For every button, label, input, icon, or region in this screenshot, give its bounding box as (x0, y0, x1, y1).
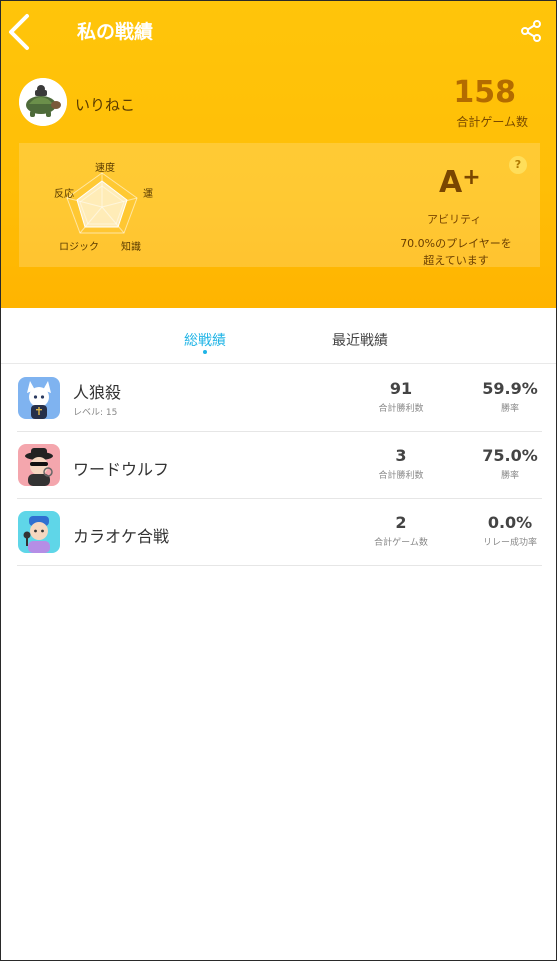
tab-recent-record[interactable]: 最近戦績 (332, 330, 388, 350)
stat-value: 91 (389, 379, 413, 398)
spy-icon (18, 444, 60, 486)
stat-label: 合計勝利数 (378, 404, 424, 414)
radar-label-knowledge: 知識 (121, 242, 141, 253)
stat-label: 合計勝利数 (378, 471, 424, 481)
stat-primary: 91 合計勝利数 (356, 365, 446, 414)
game-name: 人狼殺 (73, 383, 122, 402)
game-list: 人狼殺 レベル: 15 91 合計勝利数 59.9% 勝率 ワードウルフ 3 合… (17, 365, 542, 566)
stat-secondary: 0.0% リレー成功率 (465, 499, 555, 548)
game-name: ワードウルフ (73, 460, 170, 479)
stat-secondary: 75.0% 勝率 (465, 432, 555, 481)
ability-radar-chart: 速度 運 知識 ロジック 反応 (19, 143, 219, 267)
ability-label: アビリティ (427, 213, 482, 226)
list-item[interactable]: ワードウルフ 3 合計勝利数 75.0% 勝率 (17, 432, 542, 499)
tab-total-record[interactable]: 総戦績 (184, 330, 226, 350)
stat-label: 勝率 (500, 471, 519, 481)
help-button[interactable]: ? (509, 156, 527, 174)
chevron-left-icon (9, 14, 29, 50)
radar-web (66, 172, 138, 234)
back-button[interactable] (5, 11, 35, 53)
app-frame: 私の戦績 いりねこ 158 合計ゲーム数 速度 運 知識 ロジック 反応 ? A… (0, 0, 557, 961)
stat-label: 勝率 (500, 404, 519, 414)
radar-label-logic: ロジック (59, 242, 99, 253)
active-tab-indicator (203, 350, 207, 354)
percentile-text: 70.0%のプレイヤーを 超えています (391, 235, 521, 269)
game-level: レベル: 15 (73, 408, 118, 418)
tab-bar: 総戦績 最近戦績 (1, 308, 556, 364)
ability-grade: A+ (439, 165, 481, 200)
page-title: 私の戦績 (77, 21, 154, 43)
stat-secondary: 59.9% 勝率 (465, 365, 555, 414)
turtle-avatar-icon (19, 78, 67, 126)
werewolf-icon (18, 377, 60, 419)
total-games-label: 合計ゲーム数 (456, 115, 528, 129)
list-item[interactable]: カラオケ合戦 2 合計ゲーム数 0.0% リレー成功率 (17, 499, 542, 566)
share-icon (521, 20, 541, 42)
username: いりねこ (75, 96, 136, 114)
percentile-line-1: 70.0%のプレイヤーを (400, 237, 512, 250)
total-games-count: 158 (453, 75, 516, 110)
stat-value: 2 (395, 513, 407, 532)
share-button[interactable] (519, 19, 543, 43)
stat-value: 0.0% (487, 513, 533, 532)
stat-value: 59.9% (482, 379, 538, 398)
karaoke-icon (18, 511, 60, 553)
radar-label-luck: 運 (143, 189, 153, 200)
stat-label: 合計ゲーム数 (374, 538, 428, 548)
radar-label-speed: 速度 (95, 163, 115, 174)
stat-primary: 2 合計ゲーム数 (356, 499, 446, 548)
radar-value-area (76, 180, 128, 228)
stat-value: 75.0% (482, 446, 538, 465)
grade-suffix: + (462, 165, 481, 190)
game-name: カラオケ合戦 (73, 527, 170, 546)
percentile-line-2: 超えています (423, 254, 489, 267)
stat-label: リレー成功率 (482, 538, 537, 548)
ability-panel: 速度 運 知識 ロジック 反応 ? A+ アビリティ 70.0%のプレイヤーを … (19, 143, 540, 267)
header: 私の戦績 いりねこ 158 合計ゲーム数 速度 運 知識 ロジック 反応 ? A… (1, 1, 556, 308)
stat-primary: 3 合計勝利数 (356, 432, 446, 481)
list-item[interactable]: 人狼殺 レベル: 15 91 合計勝利数 59.9% 勝率 (17, 365, 542, 432)
radar-label-reaction: 反応 (54, 189, 74, 200)
avatar[interactable] (19, 78, 67, 126)
grade-letter: A (439, 165, 463, 200)
stat-value: 3 (395, 446, 407, 465)
